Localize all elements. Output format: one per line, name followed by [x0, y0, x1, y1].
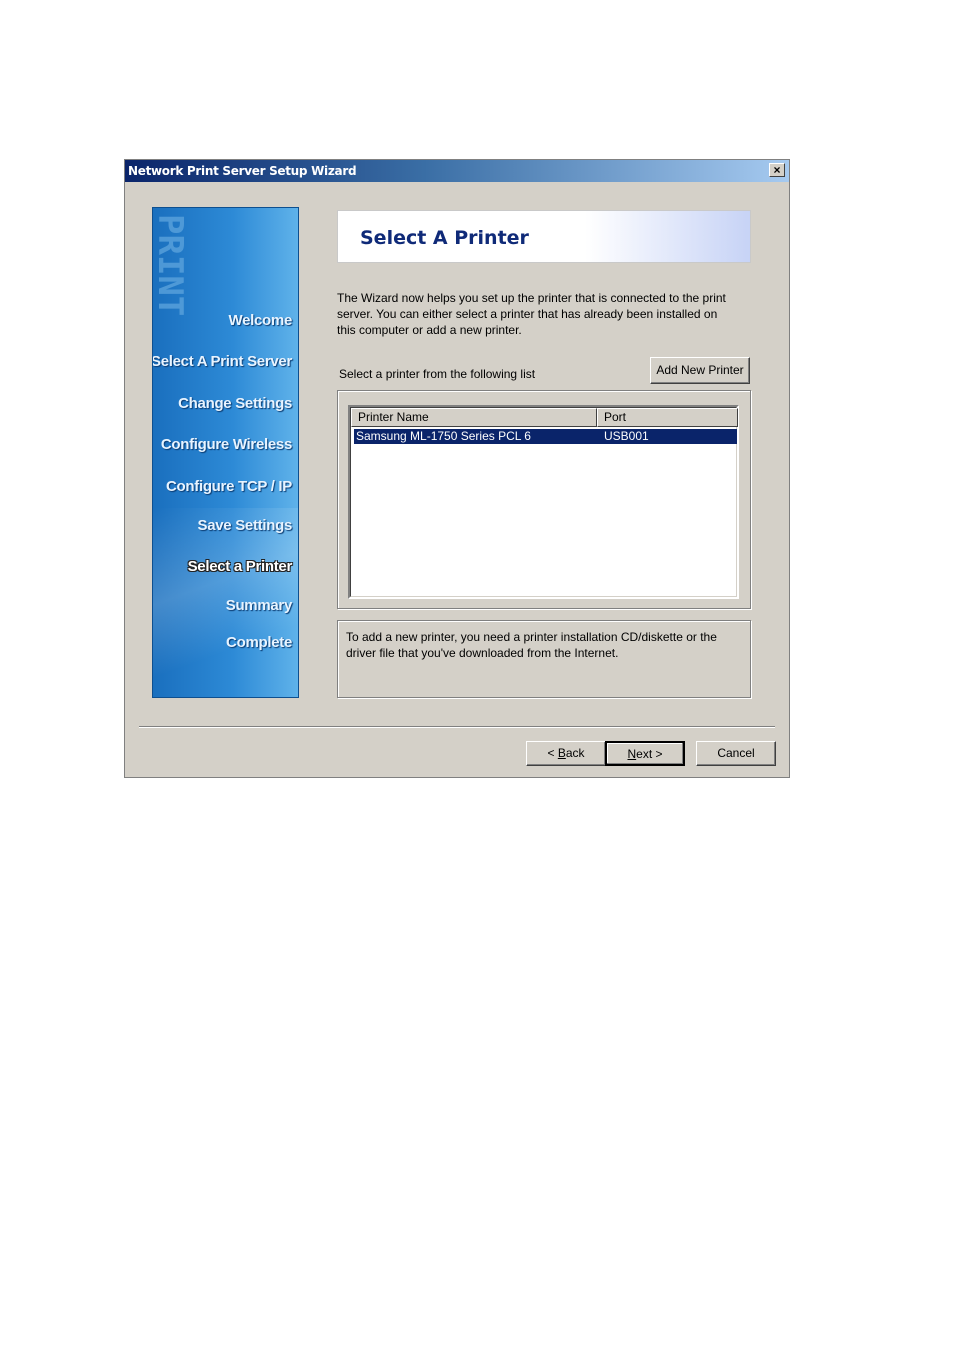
title-bar[interactable]: Network Print Server Setup Wizard × — [125, 160, 789, 182]
column-header-printer-name[interactable]: Printer Name — [351, 408, 597, 427]
wizard-window: Network Print Server Setup Wizard × PRIN… — [124, 159, 790, 778]
back-accelerator: B — [557, 746, 566, 760]
description-text: The Wizard now helps you set up the prin… — [337, 291, 726, 337]
back-label: ack — [565, 746, 585, 760]
next-accelerator: N — [627, 747, 637, 761]
step-change-settings: Change Settings — [178, 395, 292, 412]
next-button[interactable]: Next > — [605, 741, 685, 766]
page-title: Select A Printer — [360, 227, 529, 249]
step-configure-wireless: Configure Wireless — [160, 436, 292, 453]
wizard-sidebar: PRINT Welcome Select A Print Server Chan… — [152, 207, 299, 698]
table-row[interactable]: Samsung ML-1750 Series PCL 6 USB001 — [354, 429, 737, 444]
printer-name-cell: Samsung ML-1750 Series PCL 6 — [356, 429, 531, 443]
back-prefix: < — [547, 746, 558, 760]
add-new-printer-button[interactable]: Add New Printer — [650, 357, 750, 384]
window-title: Network Print Server Setup Wizard — [128, 164, 357, 178]
printer-list[interactable]: Printer Name Port Samsung ML-1750 Series… — [348, 405, 739, 599]
cancel-button[interactable]: Cancel — [696, 741, 776, 766]
step-save-settings: Save Settings — [197, 517, 293, 534]
footer-divider — [139, 726, 775, 728]
printer-list-body: Printer Name Port Samsung ML-1750 Series… — [350, 407, 738, 597]
step-select-printer: Select a Printer — [187, 558, 293, 575]
note-text: To add a new printer, you need a printer… — [346, 630, 717, 660]
step-configure-tcp-ip: Configure TCP / IP — [166, 478, 292, 495]
step-complete: Complete — [226, 634, 292, 651]
step-summary: Summary — [225, 597, 293, 614]
list-header: Printer Name Port — [351, 408, 738, 427]
column-header-port[interactable]: Port — [597, 408, 738, 427]
close-button[interactable]: × — [769, 163, 785, 177]
back-button[interactable]: < Back — [526, 741, 606, 766]
step-select-print-server: Select A Print Server — [152, 353, 292, 370]
print-watermark: PRINT — [152, 214, 190, 317]
select-printer-label: Select a printer from the following list — [339, 367, 536, 381]
page-header: Select A Printer — [337, 210, 751, 263]
port-cell: USB001 — [604, 429, 649, 443]
note-group: To add a new printer, you need a printer… — [337, 620, 751, 698]
next-label: ext > — [636, 747, 663, 761]
close-icon: × — [773, 163, 781, 177]
step-welcome: Welcome — [228, 312, 293, 329]
